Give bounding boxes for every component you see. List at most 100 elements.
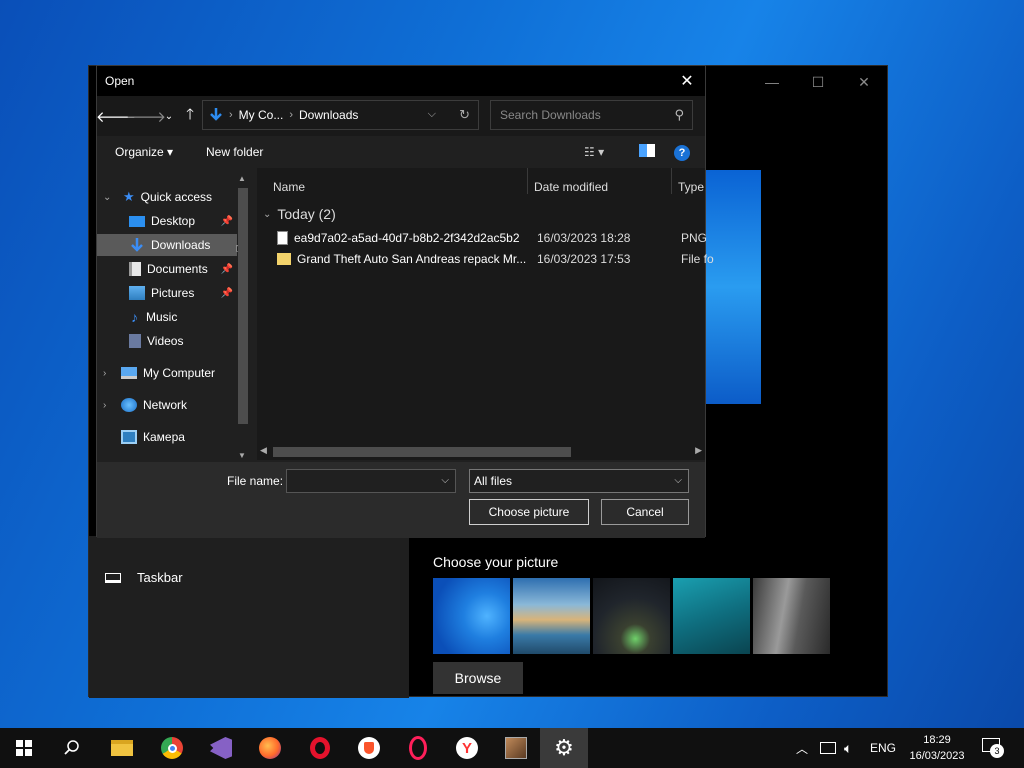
tree-item-documents[interactable]: Documents 📌 bbox=[97, 258, 237, 280]
breadcrumb-item[interactable]: My Co... bbox=[239, 108, 284, 122]
scroll-down-icon[interactable]: ▼ bbox=[238, 451, 246, 460]
chevron-right-icon[interactable]: › bbox=[103, 368, 106, 379]
browse-button[interactable]: Browse bbox=[433, 662, 523, 694]
column-header-type[interactable]: Type bbox=[678, 180, 704, 194]
file-date: 16/03/2023 18:28 bbox=[537, 231, 631, 245]
maximize-icon[interactable]: ☐ bbox=[795, 66, 841, 98]
file-name-input[interactable]: ⌵ bbox=[286, 469, 456, 493]
tree-item-quick-access[interactable]: ⌄ ★ Quick access bbox=[97, 186, 237, 208]
nav-item-taskbar[interactable]: Taskbar bbox=[105, 570, 183, 585]
refresh-icon[interactable]: ↻ bbox=[459, 107, 470, 123]
close-icon[interactable]: ✕ bbox=[841, 66, 887, 98]
chevron-down-icon[interactable]: ⌄ bbox=[263, 209, 271, 220]
image-file-icon bbox=[277, 231, 288, 245]
show-hidden-icons[interactable]: ︿ bbox=[796, 728, 808, 768]
scroll-up-icon[interactable]: ▲ bbox=[238, 174, 246, 183]
chevron-down-icon[interactable]: ⌵ bbox=[428, 108, 436, 121]
dialog-footer: File name: ⌵ All files ⌵ Choose picture … bbox=[97, 462, 705, 538]
lockscreen-preview bbox=[705, 170, 761, 404]
taskbar-app-file-explorer[interactable] bbox=[98, 728, 146, 768]
column-divider[interactable] bbox=[527, 168, 528, 194]
file-row[interactable] bbox=[275, 294, 715, 314]
tree-item-label: Камера bbox=[143, 430, 185, 444]
tree-item-pictures[interactable]: Pictures 📌 bbox=[97, 282, 237, 304]
view-options-icon[interactable]: ☷ ▾ bbox=[584, 145, 604, 159]
action-center-button[interactable]: 3 bbox=[982, 738, 1004, 758]
breadcrumb-item[interactable]: Downloads bbox=[299, 108, 358, 122]
cancel-button[interactable]: Cancel bbox=[601, 499, 689, 525]
clock[interactable]: 18:29 16/03/2023 bbox=[904, 732, 970, 764]
taskbar-app-opera[interactable] bbox=[296, 728, 344, 768]
breadcrumb-separator: › bbox=[229, 109, 233, 121]
organize-label: Organize bbox=[115, 145, 164, 159]
close-icon[interactable]: ✕ bbox=[675, 70, 699, 92]
file-row[interactable]: Grand Theft Auto San Andreas repack Mr..… bbox=[277, 249, 717, 269]
navigation-bar: 🡐 🡒 ⌄ 🡑 › My Co... › Downloads ⌵ ↻ Searc… bbox=[96, 96, 705, 136]
taskbar-app-brave[interactable] bbox=[345, 728, 393, 768]
navigation-scrollbar[interactable]: ▲ ▼ bbox=[236, 174, 250, 460]
scrollbar-thumb[interactable] bbox=[273, 447, 571, 457]
chevron-down-icon[interactable]: ⌵ bbox=[441, 475, 449, 486]
file-row[interactable]: ea9d7a02-a5ad-40d7-b8b2-2f342d2ac5b2 16/… bbox=[277, 228, 717, 248]
tree-item-videos[interactable]: Videos bbox=[97, 330, 237, 352]
tree-item-network[interactable]: › Network bbox=[97, 394, 237, 416]
picture-thumbnails bbox=[433, 578, 830, 654]
taskbar-app-yandex[interactable]: Y bbox=[443, 728, 491, 768]
taskbar-app-firefox[interactable] bbox=[246, 728, 294, 768]
scroll-right-icon[interactable]: ▶ bbox=[695, 445, 702, 456]
file-type-select[interactable]: All files ⌵ bbox=[469, 469, 689, 493]
chevron-down-icon[interactable]: ⌄ bbox=[103, 192, 111, 203]
opera-gx-icon bbox=[409, 736, 427, 760]
picture-thumbnail[interactable] bbox=[433, 578, 510, 654]
tree-item-my-computer[interactable]: › My Computer bbox=[97, 362, 237, 384]
search-input[interactable]: Search Downloads ⚲ bbox=[490, 100, 693, 130]
taskbar-app-settings[interactable]: ⚙ bbox=[540, 728, 588, 768]
preview-pane-icon[interactable] bbox=[639, 144, 655, 157]
video-icon bbox=[129, 334, 141, 348]
breadcrumb-separator: › bbox=[289, 109, 294, 121]
file-group-header[interactable]: ⌄ Today (2) bbox=[263, 206, 336, 222]
column-header-name[interactable]: Name bbox=[273, 180, 305, 194]
picture-thumbnail[interactable] bbox=[673, 578, 750, 654]
volume-tray-icon[interactable]: 🔈︎ bbox=[844, 728, 852, 768]
settings-nav: Taskbar bbox=[89, 536, 409, 698]
picture-thumbnail[interactable] bbox=[753, 578, 830, 654]
back-arrow-icon[interactable]: 🡐 bbox=[96, 106, 136, 126]
picture-thumbnail[interactable] bbox=[513, 578, 590, 654]
search-button[interactable] bbox=[48, 728, 96, 768]
chevron-right-icon[interactable]: › bbox=[103, 400, 106, 411]
help-icon[interactable]: ? bbox=[674, 145, 690, 161]
taskbar-app-game[interactable] bbox=[492, 728, 540, 768]
document-icon bbox=[129, 262, 141, 276]
minimize-icon[interactable]: — bbox=[749, 66, 795, 98]
taskbar-app-opera-gx[interactable] bbox=[394, 728, 442, 768]
tree-item-camera[interactable]: Камера bbox=[97, 426, 237, 448]
taskbar-app-chrome[interactable] bbox=[148, 728, 196, 768]
column-header-date[interactable]: Date modified bbox=[534, 180, 608, 194]
tree-item-label: Network bbox=[143, 398, 188, 412]
up-arrow-icon[interactable]: 🡑 bbox=[181, 106, 199, 126]
address-bar[interactable]: › My Co... › Downloads ⌵ ↻ bbox=[202, 100, 479, 130]
recent-locations-icon[interactable]: ⌄ bbox=[163, 106, 175, 126]
language-indicator[interactable]: ENG bbox=[870, 728, 896, 768]
organize-button[interactable]: Organize ▾ bbox=[115, 145, 173, 159]
column-divider[interactable] bbox=[671, 168, 672, 194]
scroll-left-icon[interactable]: ◀ bbox=[260, 445, 267, 456]
forward-arrow-icon[interactable]: 🡒 bbox=[126, 106, 166, 126]
file-list-scrollbar[interactable]: ◀ ▶ bbox=[257, 444, 705, 460]
start-button[interactable] bbox=[0, 728, 48, 768]
picture-icon bbox=[129, 286, 145, 300]
picture-thumbnail[interactable] bbox=[593, 578, 670, 654]
pin-icon: 📌 bbox=[220, 287, 233, 299]
visual-studio-icon bbox=[210, 737, 232, 759]
new-folder-button[interactable]: New folder bbox=[206, 145, 263, 159]
tree-item-music[interactable]: ♪ Music bbox=[97, 306, 237, 328]
brave-icon bbox=[358, 737, 380, 759]
choose-picture-button[interactable]: Choose picture bbox=[469, 499, 589, 525]
taskbar-app-visual-studio[interactable] bbox=[197, 728, 245, 768]
chevron-up-icon[interactable]: ︿ bbox=[796, 740, 808, 757]
tree-item-downloads[interactable]: Downloads ☝ bbox=[97, 234, 245, 256]
scrollbar-thumb[interactable] bbox=[238, 188, 248, 424]
tree-item-desktop[interactable]: Desktop 📌 bbox=[97, 210, 237, 232]
network-tray-icon[interactable] bbox=[820, 728, 836, 768]
